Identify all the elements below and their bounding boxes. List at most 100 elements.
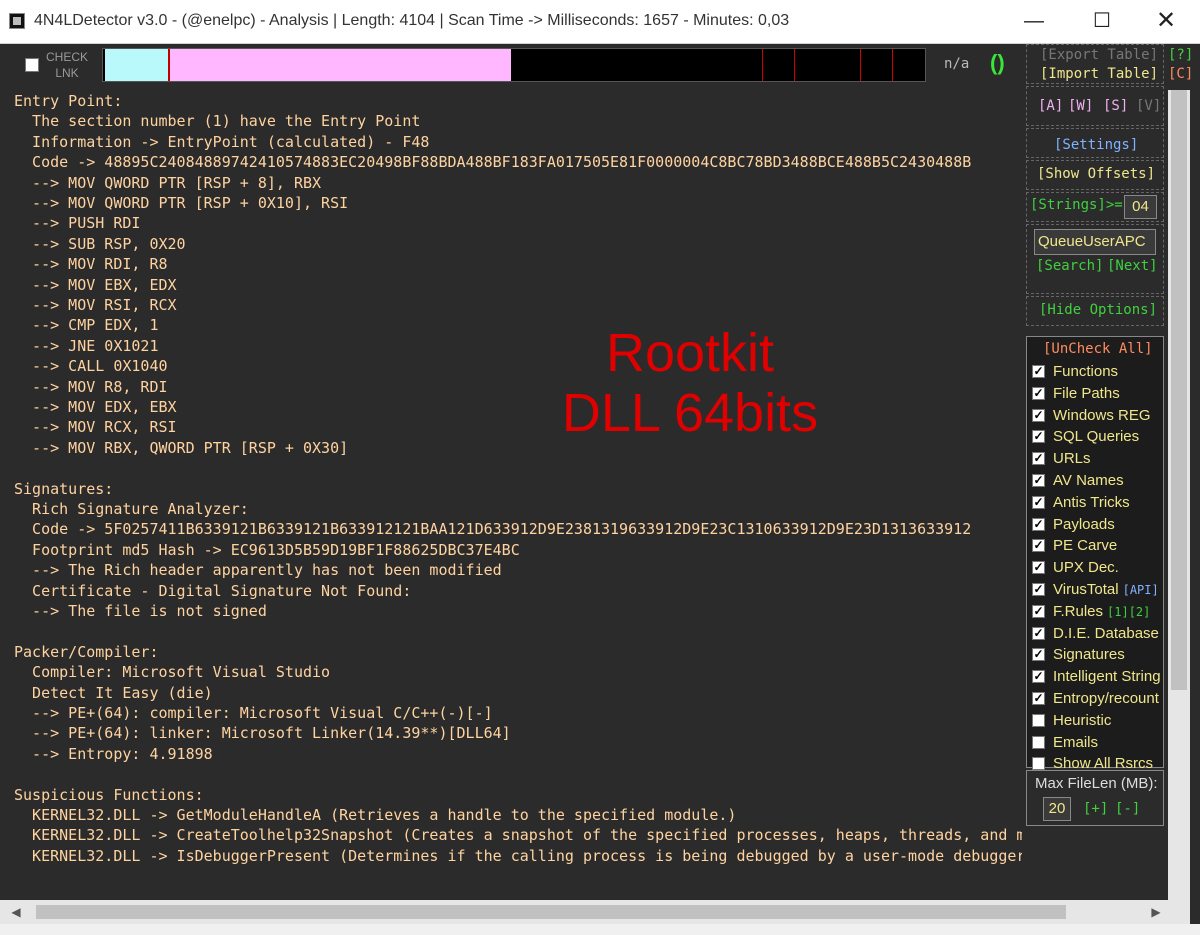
checked-checkbox-icon[interactable]: ✓ [1032,452,1045,466]
checked-checkbox-icon[interactable]: ✓ [1032,692,1045,705]
output-line: --> MOV R8, RDI [14,377,168,396]
output-line: --> The file is not signed [14,602,267,620]
c-link[interactable]: [C] [1168,66,1193,82]
close-button[interactable]: ✕ [1132,0,1200,44]
output-line: Suspicious Functions: [14,785,204,804]
increase-filelen-button[interactable]: [+] [1083,801,1108,817]
a-toggle[interactable]: [A] [1038,98,1063,114]
output-line: --> Entropy: 4.91898 [14,744,213,763]
watermark-line2: DLL 64bits [561,383,819,443]
section-divider [762,49,763,81]
option-checkbox-label: AV Names [1053,472,1124,489]
option-checkbox-label: SQL Queries [1053,428,1139,445]
option-checkbox-label: Intelligent String [1053,668,1161,685]
option-label-text: Emails [1053,733,1099,751]
unchecked-checkbox-icon[interactable] [1032,713,1045,727]
option-checkbox-label: Antis Tricks [1053,494,1130,511]
option-checkbox-label: File Paths [1053,385,1120,402]
export-table-link[interactable]: [Export Table] [1040,47,1158,63]
section-divider [892,49,893,81]
hide-options-link[interactable]: [Hide Options] [1039,302,1157,318]
output-line: Code -> 5F0257411B6339121B6339121B633912… [14,520,972,539]
option-checkbox-label: Windows REG [1053,407,1151,424]
app-icon [9,13,25,29]
minimize-button[interactable]: — [1000,0,1068,44]
w-toggle[interactable]: [W] [1068,98,1093,114]
option-checkbox-label: F.Rules [1][2] [1053,603,1150,620]
refresh-icon[interactable]: () [990,50,1005,76]
checked-checkbox-icon[interactable]: ✓ [1032,474,1045,487]
output-line: The section number (1) have the Entry Po… [14,112,421,131]
output-line: Rich Signature Analyzer: [14,500,249,518]
output-line: --> MOV QWORD PTR [RSP + 0X10], RSI [14,194,349,212]
window-bottom-edge [0,924,1200,935]
analysis-output[interactable]: Entry Point: The section number (1) have… [0,90,1022,900]
checked-checkbox-icon[interactable]: ✓ [1032,430,1045,444]
next-button[interactable]: [Next] [1107,258,1158,274]
option-label-text: Intelligent String [1053,668,1161,686]
horizontal-scrollbar[interactable]: ◀ ▶ [0,900,1168,924]
checked-checkbox-icon[interactable]: ✓ [1032,648,1045,662]
watermark-label: Rootkit DLL 64bits [470,323,910,443]
help-link[interactable]: [?] [1168,47,1193,63]
output-line: --> MOV EDX, EBX [14,398,177,416]
option-label-text: Antis Tricks [1053,493,1130,511]
checked-checkbox-icon[interactable]: ✓ [1032,386,1045,400]
analysis-options-checklist: [UnCheck All] ✓ Functions ✓ File Paths ✓ Wind… [1026,336,1164,772]
output-line: Packer/Compiler: [14,642,159,661]
check-lnk-label: CHECK LNK [44,49,90,81]
watermark-line1: Rootkit [605,323,775,383]
vertical-scroll-thumb[interactable] [1171,90,1187,690]
scroll-right-icon[interactable]: ▶ [1144,900,1168,924]
section-segment-code [168,49,511,81]
checked-checkbox-icon[interactable]: ✓ [1032,408,1045,422]
checked-checkbox-icon[interactable]: ✓ [1032,604,1045,618]
vertical-scrollbar[interactable] [1168,90,1190,900]
import-table-link[interactable]: [Import Table] [1040,66,1158,82]
output-line: --> The Rich header apparently has not b… [14,561,502,580]
strings-link[interactable]: [Strings]>= [1030,197,1123,213]
checked-checkbox-icon[interactable]: ✓ [1032,495,1045,509]
option-label-text: D.I.E. Database [1053,624,1159,642]
checked-checkbox-icon[interactable]: ✓ [1032,561,1045,575]
maximize-button[interactable]: ☐ [1068,0,1136,44]
s-toggle[interactable]: [S] [1103,98,1128,114]
check-lnk-label-line1: CHECK [45,50,88,64]
checked-checkbox-icon[interactable]: ✓ [1032,539,1045,553]
option-checkbox-label: Emails [1053,734,1098,751]
output-line: --> MOV QWORD PTR [RSP + 8], RBX [14,173,322,192]
output-line: KERNEL32.DLL -> IsDebuggerPresent (Deter… [14,846,1022,865]
option-extra-link[interactable]: [API] [1123,583,1159,597]
show-offsets-link[interactable]: [Show Offsets] [1037,166,1155,182]
option-checkbox-label: Entropy/recount [1053,690,1159,707]
option-extra-link[interactable]: [1][2] [1107,605,1150,619]
option-label-text: Payloads [1053,515,1115,533]
horizontal-scroll-thumb[interactable] [36,905,1066,919]
decrease-filelen-button[interactable]: [-] [1115,801,1140,817]
checked-checkbox-icon[interactable]: ✓ [1032,583,1045,596]
scroll-left-icon[interactable]: ◀ [4,900,28,924]
checked-checkbox-icon[interactable]: ✓ [1032,517,1045,531]
strings-min-input[interactable]: 04 [1124,195,1157,219]
search-button[interactable]: [Search] [1036,258,1103,274]
checked-checkbox-icon[interactable]: ✓ [1032,670,1045,684]
unchecked-checkbox-icon[interactable] [1032,757,1045,771]
checked-checkbox-icon[interactable]: ✓ [1032,626,1045,640]
option-label-text: PE Carve [1053,537,1118,555]
checked-checkbox-icon[interactable]: ✓ [1032,365,1045,378]
check-lnk-checkbox[interactable] [25,58,39,72]
option-checkbox-label: URLs [1053,450,1091,467]
output-line: --> PE+(64): linker: Microsoft Linker(14… [14,724,511,743]
v-toggle[interactable]: [V] [1136,98,1161,114]
unchecked-checkbox-icon[interactable] [1032,735,1045,749]
output-line: --> MOV RSI, RCX [14,296,177,314]
option-checkbox-label: UPX Dec. [1053,559,1119,576]
section-map-bar[interactable] [102,48,926,82]
search-input[interactable]: QueueUserAPC [1034,229,1156,255]
settings-link[interactable]: [Settings] [1054,137,1138,153]
output-line: Information -> EntryPoint (calculated) -… [14,132,430,151]
max-filelen-input[interactable]: 20 [1043,797,1071,821]
uncheck-all-link[interactable]: [UnCheck All] [1043,341,1153,357]
output-line: Signatures: [14,479,114,498]
check-lnk-label-line2: LNK [55,66,79,80]
